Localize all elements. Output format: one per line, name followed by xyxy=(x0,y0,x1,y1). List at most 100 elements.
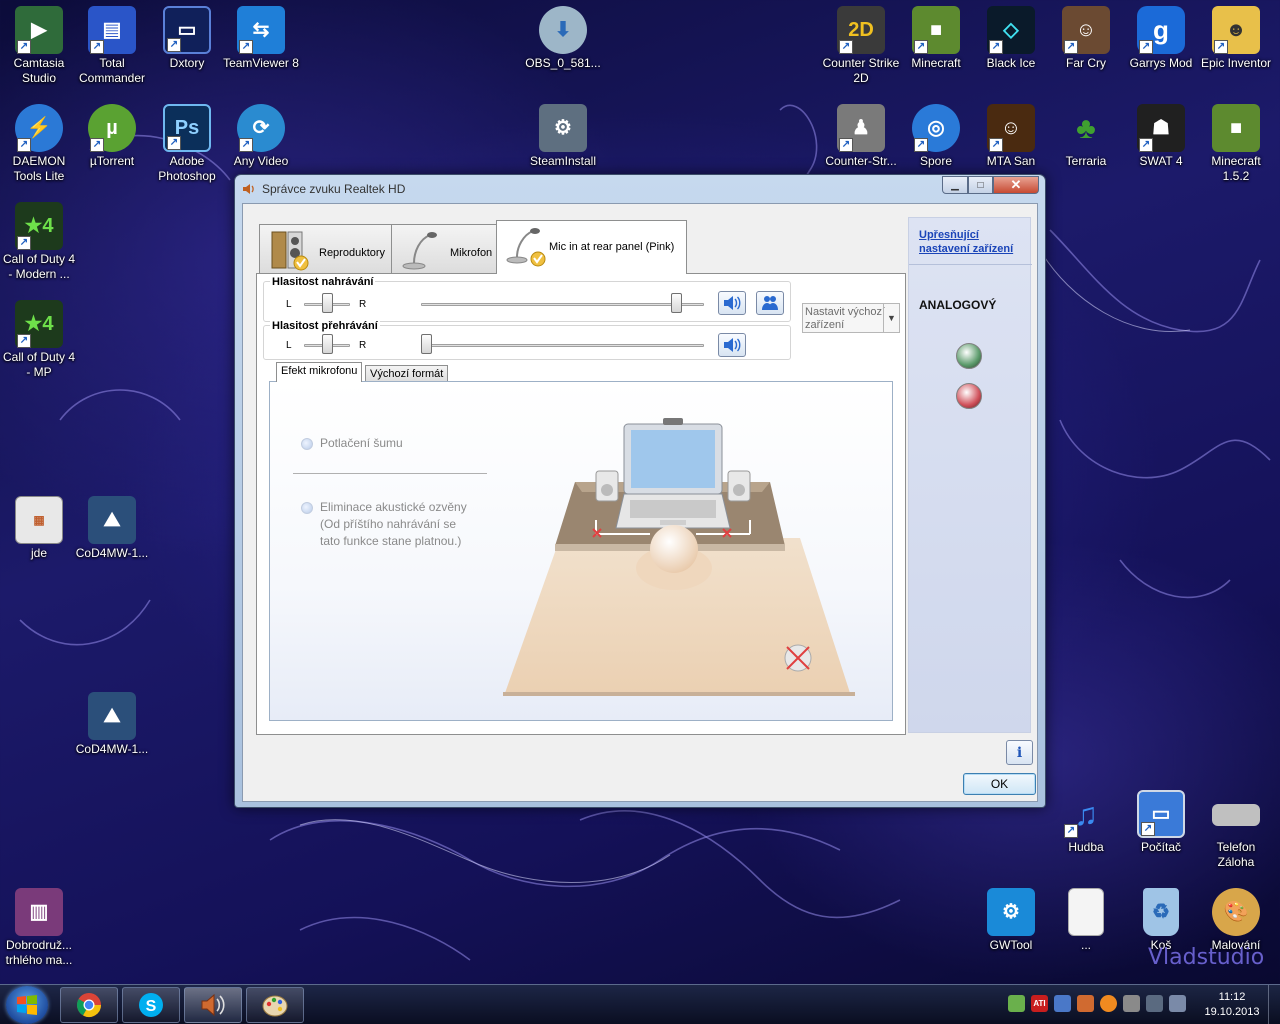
desktop-icon-hudba[interactable]: ♫ ↗ Hudba xyxy=(1047,790,1125,855)
desktop-icon-label: Terraria xyxy=(1065,154,1107,168)
start-button[interactable] xyxy=(6,986,48,1024)
desktop-icon-label: Minecraft 1.5.2 xyxy=(1211,154,1261,183)
desktop-icon-winrar[interactable]: ▥ Dobrodruž... trhlého ma... xyxy=(0,888,78,968)
desktop-icon-garrys-mod[interactable]: g ↗ Garrys Mod xyxy=(1122,6,1200,71)
desktop-icon-telefon-zaloha[interactable]: Telefon Záloha xyxy=(1197,790,1275,870)
subtab-default-format[interactable]: Výchozí formát xyxy=(365,365,449,382)
desktop-icon-daemon-tools[interactable]: ⚡ ↗ DAEMON Tools Lite xyxy=(0,104,78,184)
taskbar-realtek[interactable] xyxy=(184,987,242,1023)
playback-volume-track[interactable] xyxy=(421,344,704,347)
info-button[interactable]: i xyxy=(1006,740,1033,765)
ok-button[interactable]: OK xyxy=(963,773,1036,795)
microphone-rear-icon xyxy=(506,228,546,267)
desktop-icon-utorrent[interactable]: µ ↗ µTorrent xyxy=(73,104,151,169)
desktop-icon-cod4-mp[interactable]: ★4 ↗ Call of Duty 4 - MP xyxy=(0,300,78,380)
volume-mute-icon[interactable] xyxy=(1077,995,1094,1012)
clock[interactable]: 11:12 19.10.2013 xyxy=(1198,990,1266,1020)
desktop-icon-dxtory[interactable]: ▭ ↗ Dxtory xyxy=(148,6,226,71)
clock-date: 19.10.2013 xyxy=(1204,1006,1260,1018)
desktop-icon-total-commander[interactable]: ▤ ↗ Total Commander xyxy=(73,6,151,86)
evernote-icon[interactable] xyxy=(1008,995,1025,1012)
tab-mikrofon[interactable]: Mikrofon xyxy=(391,224,497,274)
desktop-icon-malovani[interactable]: 🎨 Malování xyxy=(1197,888,1275,953)
desktop-icon-minecraft-152[interactable]: ■ Minecraft 1.5.2 xyxy=(1197,104,1275,184)
desktop-icon-label: DAEMON Tools Lite xyxy=(12,154,66,183)
recording-mute-button[interactable] xyxy=(718,291,746,315)
tab-reproduktory[interactable]: Reproduktory xyxy=(259,224,392,274)
close-button[interactable]: ✕ xyxy=(993,176,1039,194)
device-advanced-panel: Upřesňující nastavení zařízení ANALOGOVÝ xyxy=(908,217,1032,733)
link-line: nastavení zařízení xyxy=(919,243,1014,255)
recording-volume-track[interactable] xyxy=(421,303,704,306)
desktop-icon-document[interactable]: ... xyxy=(1047,888,1125,953)
analog-heading: ANALOGOVÝ xyxy=(919,298,997,312)
recording-volume-slider[interactable] xyxy=(671,293,683,313)
desktop-icon-label: Total Commander xyxy=(78,56,146,85)
maximize-button[interactable]: □ xyxy=(968,176,993,194)
network-share-icon[interactable] xyxy=(1054,995,1071,1012)
desktop-icon-any-video[interactable]: ⟳ ↗ Any Video xyxy=(222,104,300,169)
desktop-icon-label: Adobe Photoshop xyxy=(158,154,216,183)
desktop-icon-label: Any Video xyxy=(233,154,289,168)
window-client-area: Reproduktory Mikrofon Mic in at rear pan… xyxy=(242,203,1038,802)
advanced-device-settings-link[interactable]: Upřesňující nastavení zařízení xyxy=(919,228,1013,256)
desktop-icon-swat4[interactable]: ☗ ↗ SWAT 4 xyxy=(1122,104,1200,169)
desktop-icon-camtasia[interactable]: ▶ ↗ Camtasia Studio xyxy=(0,6,78,86)
taskbar: S ATI 11:12 19.10.2013 xyxy=(0,984,1280,1024)
balance-left-label: L xyxy=(286,299,292,310)
desktop-icon-cod4[interactable]: ★4 ↗ Call of Duty 4 - Modern ... xyxy=(0,202,78,282)
taskbar-paint[interactable] xyxy=(246,987,304,1023)
playback-balance-slider[interactable] xyxy=(321,334,333,354)
playback-mute-button[interactable] xyxy=(718,333,746,357)
terraria-icon: ♣ xyxy=(1076,111,1096,145)
desktop-icon-mta-san[interactable]: ☺ ↗ MTA San xyxy=(972,104,1050,169)
pink-jack[interactable] xyxy=(956,383,982,409)
taskbar-skype[interactable]: S xyxy=(122,987,180,1023)
desktop-icon-pocitac[interactable]: ▭ ↗ Počítač xyxy=(1122,790,1200,855)
desktop-icon-cod4mw-2[interactable]: ⛰ CoD4MW-1... xyxy=(73,692,151,757)
desktop-icon-far-cry[interactable]: ☺ ↗ Far Cry xyxy=(1047,6,1125,71)
clock-time: 11:12 xyxy=(1218,991,1246,1003)
tab-mic-rear-panel[interactable]: Mic in at rear panel (Pink) xyxy=(496,220,687,274)
speakers-icon xyxy=(271,231,309,271)
desktop-icon-cs2d[interactable]: 2D ↗ Counter Strike 2D xyxy=(822,6,900,86)
usb-icon[interactable] xyxy=(1123,995,1140,1012)
chevron-down-icon: ▼ xyxy=(883,304,899,332)
desktop-icon-black-ice[interactable]: ◇ ↗ Black Ice xyxy=(972,6,1050,71)
playback-volume-slider[interactable] xyxy=(421,334,432,354)
desktop-icon-steaminstall[interactable]: ⚙ SteamInstall xyxy=(523,104,603,169)
desktop-icon-terraria[interactable]: ♣ Terraria xyxy=(1047,104,1125,169)
title-bar[interactable]: Správce zvuku Realtek HD ▁ □ ✕ xyxy=(235,175,1045,203)
taskbar-chrome[interactable] xyxy=(60,987,118,1023)
desktop-icon-photoshop[interactable]: Ps ↗ Adobe Photoshop xyxy=(148,104,226,184)
desktop-icon-epic-inventor[interactable]: ☻ ↗ Epic Inventor xyxy=(1197,6,1275,71)
ati-icon[interactable]: ATI xyxy=(1031,995,1048,1012)
desktop-icon-gwtool[interactable]: ⚙ GWTool xyxy=(972,888,1050,953)
desktop-icon-cod4mw-1[interactable]: ⛰ CoD4MW-1... xyxy=(73,496,151,561)
show-desktop-button[interactable] xyxy=(1268,985,1280,1024)
desktop-icon-teamviewer[interactable]: ⇆ ↗ TeamViewer 8 xyxy=(222,6,300,71)
desktop-icon-jde[interactable]: ▦ jde xyxy=(0,496,78,561)
desktop-icon-label: Hudba xyxy=(1068,840,1104,854)
green-jack[interactable] xyxy=(956,343,982,369)
desktop-icon-spore[interactable]: ◎ ↗ Spore xyxy=(897,104,975,169)
avast-icon[interactable] xyxy=(1100,995,1117,1012)
desktop-icon-kos[interactable]: ♻ Koš xyxy=(1122,888,1200,953)
paint-icon: 🎨 xyxy=(1212,888,1260,936)
default-device-dropdown[interactable]: Nastavit výchozí zařízení ▼ xyxy=(802,303,900,333)
desktop-icon-minecraft[interactable]: ■ ↗ Minecraft xyxy=(897,6,975,71)
desktop-icon-obs[interactable]: ⬇ OBS_0_581... xyxy=(523,6,603,71)
subtab-mic-effect[interactable]: Efekt mikrofonu xyxy=(276,362,363,382)
volume-icon[interactable] xyxy=(1169,995,1186,1012)
echo-cancellation-label: Eliminace akustické ozvěny xyxy=(320,500,467,514)
noise-suppression-radio[interactable] xyxy=(301,438,313,450)
minimize-button[interactable]: ▁ xyxy=(942,176,968,194)
echo-cancellation-radio[interactable] xyxy=(301,502,313,514)
recording-balance-slider[interactable] xyxy=(321,293,333,313)
recording-monitor-button[interactable] xyxy=(756,291,784,315)
desktop-icon-label: SteamInstall xyxy=(529,154,597,168)
signal-icon[interactable] xyxy=(1146,995,1163,1012)
desktop-icon-label: µTorrent xyxy=(89,154,135,168)
desktop-icon-counter-strike[interactable]: ♟ ↗ Counter-Str... xyxy=(822,104,900,169)
music-icon: ♫ ↗ xyxy=(1062,790,1110,838)
